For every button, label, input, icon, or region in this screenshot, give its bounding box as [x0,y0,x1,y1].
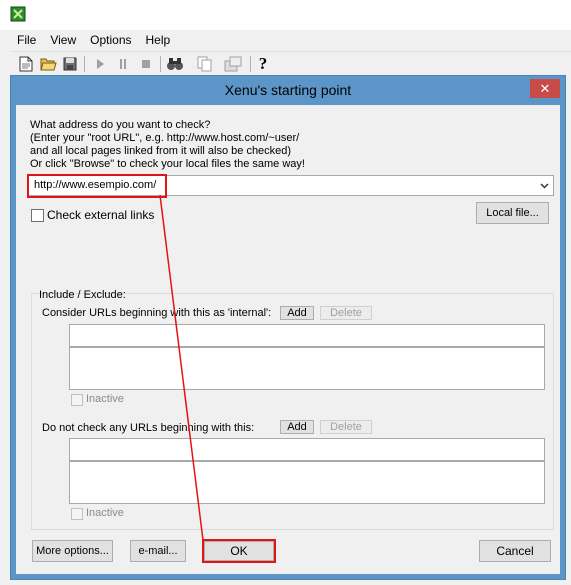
check-external-label: Check external links [47,208,155,222]
url-combobox[interactable]: http://www.esempio.com/ [28,175,554,196]
more-options-button[interactable]: More options... [32,540,113,562]
menu-bar: File View Options Help [10,31,571,51]
inactive-excluded-checkbox [71,508,83,520]
open-folder-icon[interactable] [38,54,58,74]
dialog-body: What address do you want to check? (Ente… [11,105,565,579]
menu-view[interactable]: View [43,31,83,51]
help-glyph: ? [258,54,268,73]
xenu-app-icon [10,6,26,22]
delete-internal-button: Delete [320,306,372,320]
inactive-internal-checkbox [71,394,83,406]
ok-button[interactable]: OK [204,541,274,561]
add-excluded-button[interactable]: Add [280,420,314,434]
instruction-line-3: and all local pages linked from it will … [30,145,292,157]
menu-help[interactable]: Help [139,31,178,51]
do-not-check-label: Do not check any URLs beginning with thi… [42,422,255,434]
internal-url-list[interactable] [69,347,545,390]
chevron-down-icon[interactable] [537,178,551,193]
dialog-title: Xenu's starting point [224,82,352,98]
app-title-bar [0,0,571,30]
starting-point-dialog: Xenu's starting point ✕ What address do … [10,75,566,580]
delete-excluded-button: Delete [320,420,372,434]
instruction-line-4: Or click "Browse" to check your local fi… [30,158,305,170]
save-icon[interactable] [60,54,80,74]
close-icon: ✕ [539,80,551,96]
pause-icon [113,54,133,74]
instruction-line-1: What address do you want to check? [30,119,211,131]
stop-icon [136,54,156,74]
new-file-icon[interactable] [16,54,36,74]
inactive-excluded-label: Inactive [86,507,124,519]
excluded-url-list[interactable] [69,461,545,504]
menu-file[interactable]: File [10,31,43,51]
cancel-button[interactable]: Cancel [479,540,551,562]
include-exclude-label: Include / Exclude: [39,289,126,301]
email-button[interactable]: e-mail... [130,540,186,562]
properties-icon [223,54,243,74]
close-button[interactable]: ✕ [530,79,560,98]
url-value: http://www.esempio.com/ [34,179,157,191]
excluded-url-input[interactable] [69,438,545,461]
toolbar: ? [10,51,571,76]
internal-label: Consider URLs beginning with this as 'in… [42,307,272,319]
check-external-checkbox[interactable] [31,209,44,222]
add-internal-button[interactable]: Add [280,306,314,320]
menu-options[interactable]: Options [83,31,138,51]
internal-url-input[interactable] [69,324,545,347]
help-icon[interactable]: ? [253,54,273,74]
local-file-button[interactable]: Local file... [476,202,549,224]
instruction-line-2: (Enter your "root URL", e.g. http://www.… [30,132,300,144]
copy-icon [195,54,215,74]
binoculars-icon[interactable] [165,54,185,74]
play-icon [90,54,110,74]
inactive-internal-label: Inactive [86,393,124,405]
